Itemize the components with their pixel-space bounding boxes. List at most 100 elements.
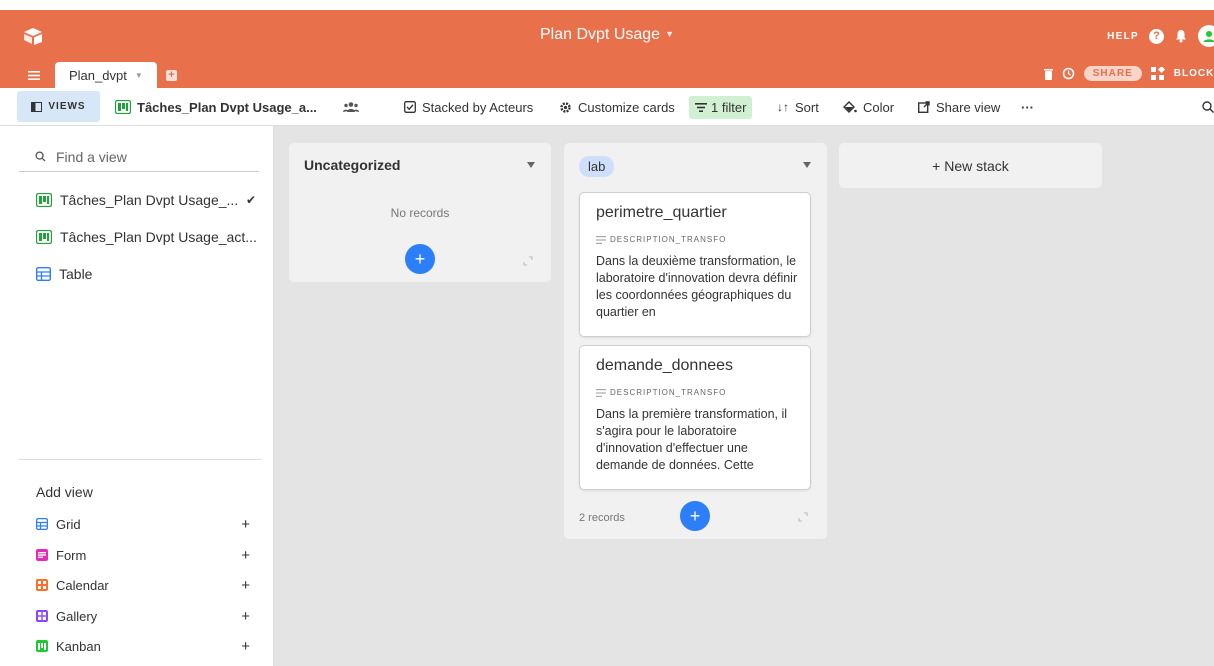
add-record-button[interactable]: + — [405, 244, 435, 274]
blocks-button[interactable]: BLOCKS — [1174, 68, 1214, 79]
card-description: Dans la première transformation, il s'ag… — [596, 407, 788, 472]
customize-cards-button[interactable]: Customize cards — [559, 88, 675, 126]
filter-button[interactable]: 1 filter — [689, 88, 753, 126]
plus-icon[interactable]: + — [241, 638, 250, 655]
card-title: demande_donnees — [596, 357, 734, 374]
expand-icon[interactable] — [798, 512, 808, 522]
more-options-button[interactable]: ··· — [1021, 88, 1034, 126]
color-button[interactable]: Color — [843, 88, 894, 126]
records-count: 2 records — [579, 512, 625, 524]
views-toggle-button[interactable]: VIEWS — [17, 91, 100, 122]
share-external-icon — [918, 101, 930, 113]
field-name: DESCRIPTION_TRANSFO — [610, 388, 727, 397]
caret-down-icon[interactable] — [527, 162, 535, 168]
history-icon[interactable] — [1062, 67, 1075, 80]
add-calendar-view[interactable]: Calendar + — [36, 576, 250, 594]
views-sidebar: Find a view Tâches_Plan Dvpt Usage_... ✔… — [0, 126, 274, 666]
search-icon[interactable] — [1202, 101, 1214, 113]
plus-icon[interactable]: + — [241, 547, 250, 564]
expand-icon[interactable] — [523, 256, 533, 266]
caret-down-icon: ▼ — [665, 29, 674, 39]
add-view-label: Gallery — [56, 608, 98, 624]
record-card[interactable]: perimetre_quartier DESCRIPTION_TRANSFO D… — [579, 192, 811, 337]
trash-icon[interactable] — [1043, 68, 1053, 80]
view-title-label: Tâches_Plan Dvpt Usage_a... — [137, 99, 317, 115]
gear-icon — [560, 101, 571, 113]
base-title[interactable]: Plan Dvpt Usage ▼ — [0, 26, 1214, 44]
user-avatar-icon[interactable] — [1198, 25, 1214, 47]
grid-icon — [36, 267, 51, 281]
long-text-icon — [596, 235, 606, 244]
long-text-icon — [596, 388, 606, 397]
color-label: Color — [863, 99, 895, 115]
plus-icon[interactable]: + — [241, 516, 250, 533]
filter-icon — [695, 102, 707, 112]
kanban-icon — [115, 100, 131, 114]
field-name: DESCRIPTION_TRANSFO — [610, 235, 727, 244]
share-view-button[interactable]: Share view — [918, 88, 1000, 126]
collaborators-icon[interactable] — [343, 88, 359, 126]
stacked-by-button[interactable]: Stacked by Acteurs — [404, 88, 533, 126]
tab-label: Plan_dvpt — [69, 67, 127, 83]
gallery-icon — [36, 610, 48, 622]
add-form-view[interactable]: Form + — [36, 546, 250, 564]
window-top-strip — [0, 0, 1214, 10]
stack-lab: lab perimetre_quartier DESCRIPTION_TRANS… — [564, 143, 827, 539]
field-label: DESCRIPTION_TRANSFO — [596, 388, 726, 397]
add-grid-view[interactable]: Grid + — [36, 515, 250, 533]
stacked-by-label: Stacked by Acteurs — [422, 99, 534, 115]
grid-icon — [36, 518, 48, 530]
sidebar-view-item-2[interactable]: Table — [36, 264, 261, 284]
caret-down-icon[interactable]: ▼ — [135, 71, 143, 80]
add-table-icon[interactable]: + — [166, 70, 177, 81]
card-description: Dans la deuxième transformation, le labo… — [596, 254, 798, 319]
checkmark-icon: ✔ — [245, 193, 256, 207]
form-icon — [36, 549, 48, 561]
new-stack-button[interactable]: + New stack — [839, 143, 1102, 188]
current-view-title[interactable]: Tâches_Plan Dvpt Usage_a... — [115, 88, 317, 126]
header-right-controls: HELP ? — [1107, 23, 1214, 49]
add-gallery-view[interactable]: Gallery + — [36, 607, 250, 625]
menu-icon[interactable] — [28, 71, 40, 80]
stack-uncategorized: Uncategorized No records + — [289, 143, 551, 282]
notification-bell-icon[interactable] — [1174, 29, 1188, 43]
find-view-input[interactable]: Find a view — [19, 142, 259, 172]
stack-title-badge: lab — [579, 156, 615, 177]
filter-label: 1 filter — [711, 99, 747, 115]
add-view-label: Grid — [56, 516, 81, 532]
caret-down-icon[interactable] — [803, 162, 811, 168]
add-kanban-view[interactable]: Kanban + — [36, 637, 250, 655]
help-label[interactable]: HELP — [1107, 31, 1139, 42]
help-icon[interactable]: ? — [1149, 28, 1164, 44]
plus-icon[interactable]: + — [241, 577, 250, 594]
filter-pill: 1 filter — [689, 95, 753, 119]
table-tabs-bar: Plan_dvpt ▼ + SHARE BLOCKS — [0, 62, 1214, 88]
plus-icon[interactable]: + — [241, 608, 250, 625]
blocks-icon[interactable] — [1150, 67, 1165, 80]
add-view-label: Calendar — [56, 577, 109, 593]
stack-title: Uncategorized — [304, 157, 401, 173]
view-label: Tâches_Plan Dvpt Usage_act... — [60, 229, 257, 245]
customize-cards-label: Customize cards — [578, 99, 675, 115]
tabs-right-controls: SHARE BLOCKS — [1043, 66, 1214, 81]
find-view-placeholder: Find a view — [56, 148, 127, 165]
app-window: Plan Dvpt Usage ▼ HELP ? Plan_dvpt ▼ + S… — [0, 0, 1214, 666]
tab-plan-dvpt[interactable]: Plan_dvpt ▼ — [55, 62, 157, 88]
sidebar-divider — [19, 459, 261, 460]
kanban-icon — [36, 193, 52, 207]
calendar-icon — [36, 579, 48, 591]
sort-button[interactable]: ↓↑ Sort — [777, 88, 819, 126]
add-view-heading: Add view — [36, 484, 93, 500]
field-label: DESCRIPTION_TRANSFO — [596, 235, 726, 244]
app-header: Plan Dvpt Usage ▼ HELP ? — [0, 10, 1214, 62]
no-records-text: No records — [390, 206, 450, 220]
add-record-button[interactable]: + — [680, 501, 710, 531]
sidebar-view-item-1[interactable]: Tâches_Plan Dvpt Usage_act... — [36, 227, 261, 247]
checkbox-icon — [404, 101, 416, 113]
kanban-icon — [36, 230, 52, 244]
share-view-label: Share view — [936, 99, 1001, 115]
share-button[interactable]: SHARE — [1083, 66, 1142, 81]
record-card[interactable]: demande_donnees DESCRIPTION_TRANSFO Dans… — [579, 345, 811, 490]
sidebar-view-item-0[interactable]: Tâches_Plan Dvpt Usage_... ✔ — [36, 190, 261, 210]
base-title-label: Plan Dvpt Usage — [540, 26, 661, 43]
